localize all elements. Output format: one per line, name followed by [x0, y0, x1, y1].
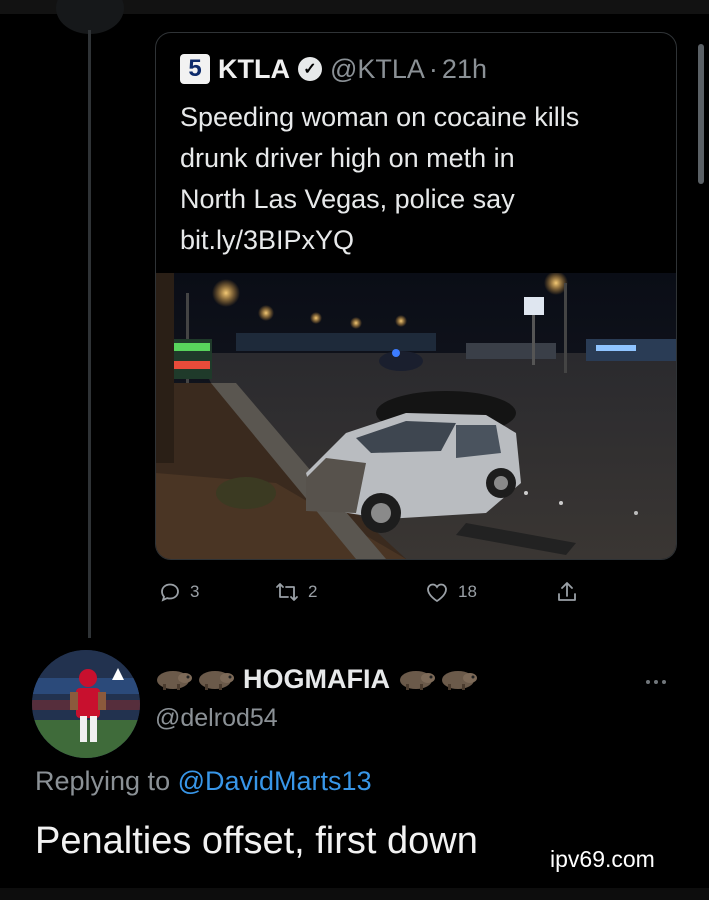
reply-bubble-icon	[158, 580, 182, 604]
like-action[interactable]: 18	[424, 572, 477, 612]
ktla-logo-icon: 5	[180, 54, 210, 84]
replying-to-line: Replying to @DavidMarts13	[35, 766, 372, 797]
share-action[interactable]	[554, 572, 580, 612]
hog-emoji-icon	[440, 662, 478, 697]
quoted-text-line: Speeding woman on cocaine kills	[180, 102, 580, 132]
reply-action[interactable]: 3	[158, 572, 199, 612]
retweet-icon	[274, 580, 300, 604]
reply-author-handle[interactable]: @delrod54	[155, 704, 278, 733]
hog-emoji-icon	[197, 662, 235, 697]
retweet-action[interactable]: 2	[274, 572, 317, 612]
quoted-tweet-age[interactable]: 21h	[442, 54, 487, 85]
quoted-tweet-text: Speeding woman on cocaine kills drunk dr…	[180, 97, 660, 261]
avatar[interactable]	[32, 650, 140, 758]
hog-emoji-icon	[398, 662, 436, 697]
meta-separator: ·	[428, 53, 438, 84]
scrollbar-thumb[interactable]	[698, 44, 704, 184]
reply-text: Penalties offset, first down	[35, 820, 478, 862]
quoted-author-name[interactable]: KTLA	[218, 54, 290, 85]
bottom-edge	[0, 888, 709, 900]
quoted-tweet-link[interactable]: bit.ly/3BIPxYQ	[180, 220, 660, 261]
verified-check-icon: ✓	[297, 57, 322, 81]
crash-scene-image	[156, 273, 676, 559]
replying-to-prefix: Replying to	[35, 766, 171, 796]
quoted-meta: @KTLA · 21h	[330, 54, 487, 85]
reply-author-name[interactable]: HOGMAFIA	[243, 664, 390, 695]
quoted-tweet-card[interactable]: 5 KTLA ✓ @KTLA · 21h Speeding woman on c…	[155, 32, 677, 560]
previous-tweet-avatar[interactable]	[56, 0, 124, 34]
reply-author-row: HOGMAFIA	[155, 662, 478, 697]
thread-connector-line	[88, 30, 91, 638]
quoted-text-line: drunk driver high on meth in	[180, 143, 515, 173]
watermark: ipv69.com	[550, 846, 655, 872]
like-count: 18	[458, 582, 477, 601]
replying-to-mention[interactable]: @DavidMarts13	[178, 766, 372, 796]
crash-scene-photo[interactable]	[156, 273, 676, 559]
hog-emoji-icon	[155, 662, 193, 697]
quoted-author-handle[interactable]: @KTLA	[330, 54, 425, 85]
quoted-tweet-header: 5 KTLA ✓ @KTLA · 21h	[180, 53, 487, 85]
tweet-action-bar: 3 2 18	[158, 572, 598, 612]
more-dots-icon[interactable]	[646, 680, 666, 684]
retweet-count: 2	[308, 582, 318, 601]
avatar-image	[32, 650, 140, 758]
heart-icon	[424, 580, 450, 604]
quoted-text-line: North Las Vegas, police say	[180, 184, 515, 214]
share-icon	[554, 579, 580, 605]
reply-count: 3	[190, 582, 200, 601]
